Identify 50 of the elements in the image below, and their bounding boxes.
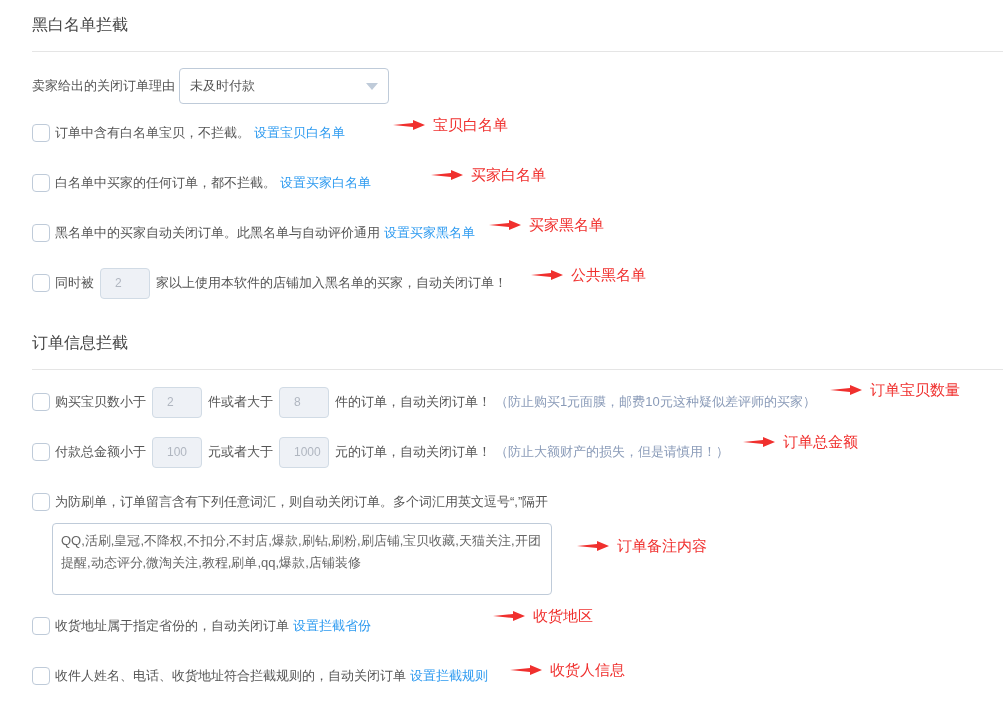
checkbox[interactable] xyxy=(32,174,50,192)
section-title: 订单信息拦截 xyxy=(32,332,128,353)
option-label: 购买宝贝数小于 xyxy=(55,393,146,412)
checkbox[interactable] xyxy=(32,224,50,242)
annotation-label: 收货地区 xyxy=(533,605,593,626)
number-field[interactable]: 2 xyxy=(152,386,202,418)
settings-link[interactable]: 设置买家白名单 xyxy=(280,173,371,193)
settings-link[interactable]: 设置拦截省份 xyxy=(293,616,371,636)
settings-link[interactable]: 设置买家黑名单 xyxy=(384,223,475,243)
option-label: 件或者大于 xyxy=(208,393,273,412)
settings-link[interactable]: 设置拦截规则 xyxy=(410,666,488,686)
option-label: 订单中含有白名单宝贝，不拦截。 xyxy=(55,124,250,143)
hint-text: （防止购买1元面膜，邮费10元这种疑似差评师的买家） xyxy=(495,393,816,412)
annotation-label: 收货人信息 xyxy=(550,659,625,680)
annotation-label: 订单宝贝数量 xyxy=(869,379,960,400)
option-label: 元或者大于 xyxy=(208,443,273,462)
option-label: 家以上使用本软件的店铺加入黑名单的买家，自动关闭订单！ xyxy=(156,274,507,293)
checkbox[interactable] xyxy=(32,443,50,461)
option-label: 收件人姓名、电话、收货地址符合拦截规则的，自动关闭订单 xyxy=(55,667,406,686)
annotation-label: 订单备注内容 xyxy=(617,536,707,556)
annotation-label: 公共黑名单 xyxy=(571,264,646,285)
keywords-textarea[interactable]: QQ,活刷,皇冠,不降权,不扣分,不封店,爆款,刷钻,刷粉,刷店铺,宝贝收藏,天猫关注,开团提醒,动态评分,微淘关注,教程,刷单,qq,爆款,店铺装修 xyxy=(52,523,552,595)
annotation-label: 买家白名单 xyxy=(471,164,546,185)
caret-icon xyxy=(366,82,378,90)
option-label: 件的订单，自动关闭订单！ xyxy=(335,393,491,412)
annotation-label: 买家黑名单 xyxy=(529,214,604,235)
number-field[interactable]: 2 xyxy=(100,267,150,299)
option-label: 黑名单中的买家自动关闭订单。此黑名单与自动评价通用 xyxy=(55,224,380,243)
checkbox[interactable] xyxy=(32,493,50,511)
option-label: 元的订单，自动关闭订单！ xyxy=(335,443,491,462)
reason-label: 卖家给出的关闭订单理由 xyxy=(32,77,175,96)
checkbox[interactable] xyxy=(32,617,50,635)
number-field[interactable]: 1000 xyxy=(279,436,329,468)
number-field[interactable]: 8 xyxy=(279,386,329,418)
settings-link[interactable]: 设置宝贝白名单 xyxy=(254,123,345,143)
checkbox[interactable] xyxy=(32,124,50,142)
checkbox[interactable] xyxy=(32,274,50,292)
annotation-label: 宝贝白名单 xyxy=(433,114,508,135)
number-field[interactable]: 100 xyxy=(152,436,202,468)
checkbox[interactable] xyxy=(32,393,50,411)
hint-text: （防止大额财产的损失，但是请慎用！） xyxy=(495,443,729,462)
section-title: 黑白名单拦截 xyxy=(32,14,128,35)
annotation-label: 订单总金额 xyxy=(783,431,858,452)
option-label: 为防刷单，订单留言含有下列任意词汇，则自动关闭订单。多个词汇用英文逗号“,”隔开 xyxy=(55,493,549,512)
reason-dropdown[interactable]: 未及时付款 xyxy=(179,68,389,104)
option-label: 同时被 xyxy=(55,274,94,293)
checkbox[interactable] xyxy=(32,667,50,685)
option-label: 白名单中买家的任何订单，都不拦截。 xyxy=(55,174,276,193)
option-label: 收货地址属于指定省份的，自动关闭订单 xyxy=(55,617,289,636)
option-label: 付款总金额小于 xyxy=(55,443,146,462)
